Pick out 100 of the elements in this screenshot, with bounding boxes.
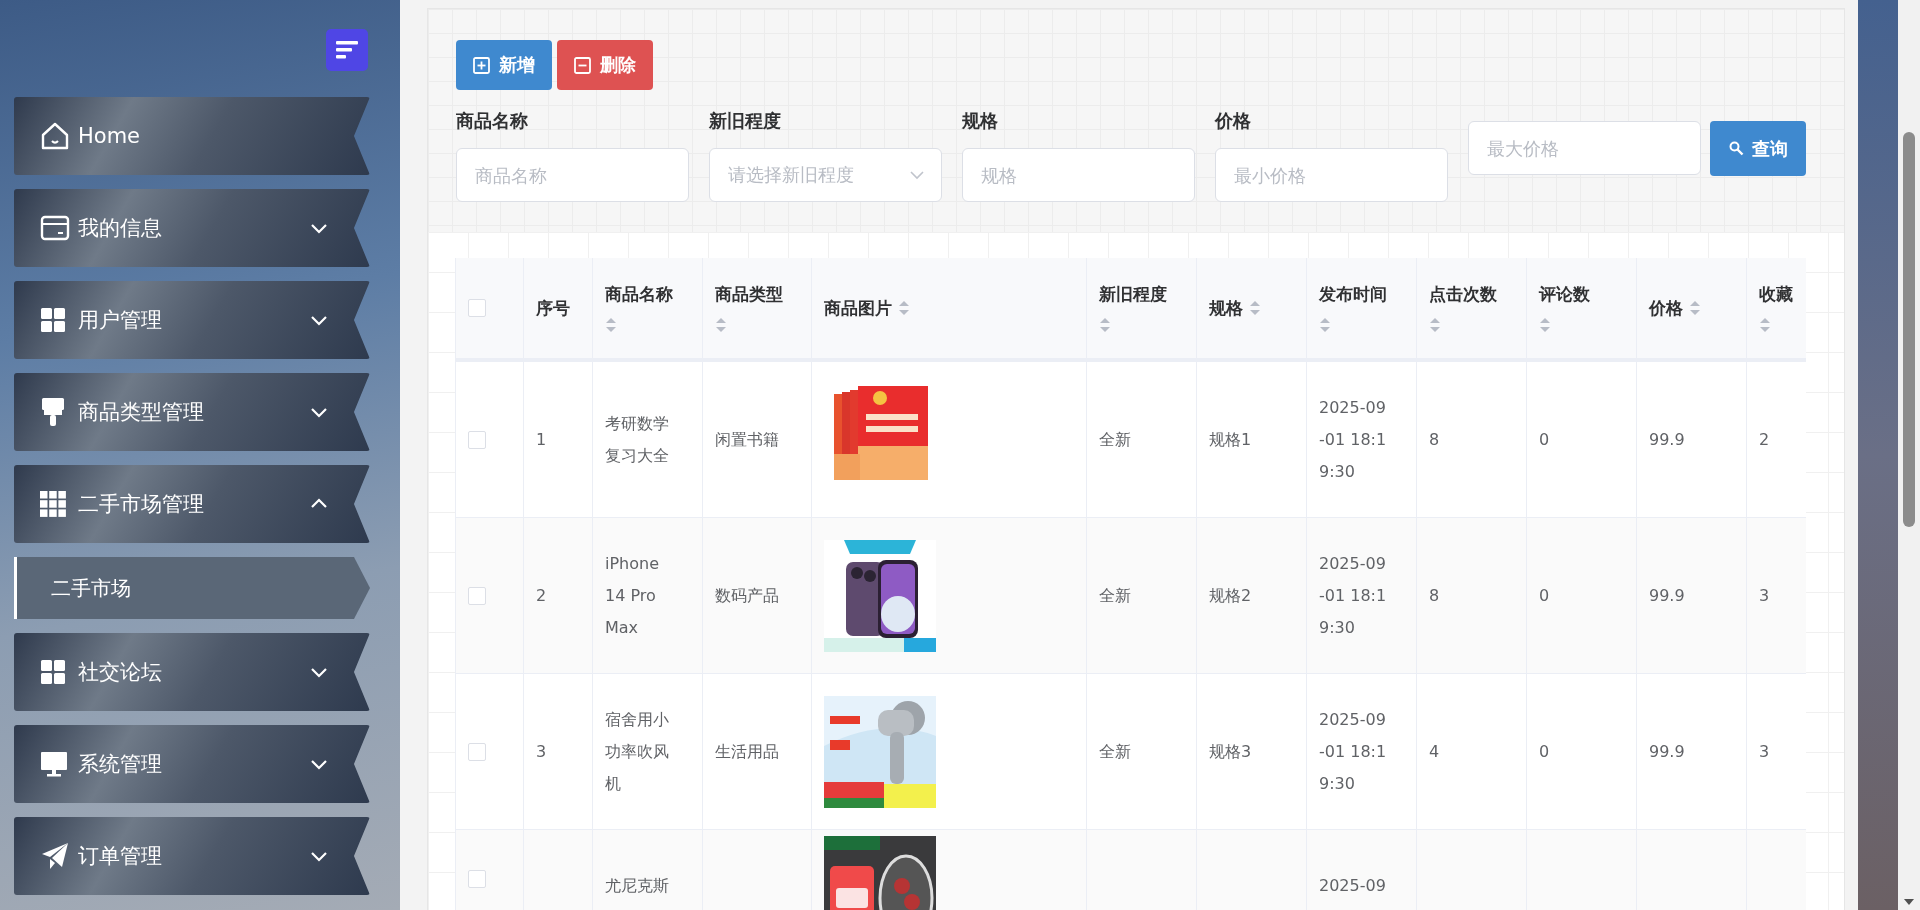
paper-plane-icon [40,841,70,871]
header-cell[interactable]: 商品类型 [703,258,812,358]
table-cell-text: 考研数学复习大全 [605,412,670,467]
header-cell[interactable]: 评论数 [1527,258,1637,358]
menu-item[interactable]: 社交论坛 [14,633,370,711]
column-header: 序号 [536,296,570,320]
table-cell-text: 0 [1539,428,1550,451]
column-header: 商品图片 [824,296,892,320]
table-cell-text: 2025-09-01 18:19:30 [1319,708,1388,795]
input-field[interactable]: 最小价格 [1215,148,1448,202]
table-cell-text: 3 [1759,740,1770,763]
add-button[interactable]: 新增 [456,40,552,90]
table-cell-text: 全新 [1099,584,1131,607]
table-cell-text: 规格2 [1209,584,1252,607]
table-cell-text: 2025-09-01 18:19:30 [1319,552,1388,639]
column-header: 评论数 [1539,282,1590,306]
grid-icon [40,491,66,517]
table-cell-text: 0 [1539,740,1550,763]
header-cell[interactable]: 新旧程度 [1087,258,1197,358]
sort-icon[interactable] [1539,315,1551,334]
column-header: 商品类型 [715,282,783,306]
filter-label: 规格 [962,110,999,132]
menu-item[interactable]: Home [14,97,370,175]
input-field[interactable]: 最大价格 [1468,121,1701,175]
table-cell-text: 规格1 [1209,428,1252,451]
menu-toggle-button[interactable] [326,29,368,71]
minus-square-icon [574,56,591,74]
menu-item[interactable]: 二手市场管理 [14,465,370,543]
header-cell[interactable]: 规格 [1197,258,1307,358]
checkbox[interactable] [468,299,486,317]
table-row[interactable]: 2 iPhone 14 Pro Max 数码产品 全新 规格2 2025-09-01 18:19:30 8 0 99.9 3 [456,518,1806,674]
scrollbar[interactable] [1898,0,1920,910]
input-field[interactable]: 商品名称 [456,148,689,202]
sort-icon[interactable] [715,315,727,334]
filter-label: 商品名称 [456,110,529,132]
table-cell-text: 2 [536,584,547,607]
submenu-item[interactable]: 二手市场 [14,557,370,619]
column-header: 商品名称 [605,282,673,306]
table-cell-text: 数码产品 [715,584,779,607]
header-cell[interactable]: 商品名称 [593,258,703,358]
checkbox[interactable] [468,586,486,605]
header-cell[interactable]: 价格 [1637,258,1747,358]
menu-item[interactable]: 订单管理 [14,817,370,895]
menu-item[interactable]: 用户管理 [14,281,370,359]
column-header: 发布时间 [1319,282,1387,306]
table-cell-text: 2025-09-01 18:19:30 [1319,396,1388,483]
table-cell-text: 2 [1759,428,1770,451]
table-cell-text: 全新 [1099,740,1131,763]
checkbox[interactable] [468,742,486,761]
scroll-down-icon[interactable] [1903,898,1915,906]
home-icon [40,121,70,151]
filter-label: 价格 [1215,110,1252,132]
grid-icon [40,659,66,685]
table-cell-text: 全新 [1099,428,1131,451]
table-cell-text: 闲置书籍 [715,428,779,451]
table-cell-text: 2025-09 [1319,875,1386,897]
plus-square-icon [473,56,490,74]
delete-button[interactable]: 删除 [557,40,653,90]
sort-icon[interactable] [605,315,617,334]
checkbox[interactable] [468,870,486,888]
table-cell-text: 8 [1429,428,1440,451]
table-row[interactable]: 尤尼克斯 2025-09 [456,830,1806,910]
brush-icon [40,397,66,427]
header-cell[interactable]: 发布时间 [1307,258,1417,358]
card-icon [40,214,70,242]
table-cell-text: 1 [536,428,547,451]
menu-item[interactable]: 商品类型管理 [14,373,370,451]
column-header: 新旧程度 [1099,282,1167,306]
header-cell[interactable]: 点击次数 [1417,258,1527,358]
table-row[interactable]: 1 考研数学复习大全 闲置书籍 全新 规格1 2025-09-01 18:19:30 8 0 99.9 2 [456,362,1806,518]
menu-item[interactable]: 我的信息 [14,189,370,267]
table-cell-text: 99.9 [1649,584,1685,607]
header-cell[interactable]: 序号 [524,258,593,358]
sort-icon[interactable] [898,299,910,317]
sort-icon[interactable] [1429,315,1441,334]
chevron-down-icon [909,170,925,180]
column-header: 收藏 [1759,282,1793,306]
menu-icon [336,40,358,60]
sort-icon[interactable] [1319,315,1331,334]
table-cell-text: 规格3 [1209,740,1252,763]
monitor-icon [40,750,68,778]
table-cell-text: 生活用品 [715,740,779,763]
filter-label: 新旧程度 [709,110,782,132]
table-cell-text: 99.9 [1649,428,1685,451]
table-cell-text: 4 [1429,740,1440,763]
sort-icon[interactable] [1099,315,1111,334]
menu-item[interactable]: 系统管理 [14,725,370,803]
column-header: 价格 [1649,296,1683,320]
header-cell[interactable]: 收藏 [1747,258,1806,358]
sort-icon[interactable] [1689,299,1701,317]
sort-icon[interactable] [1759,315,1771,334]
column-header: 规格 [1209,296,1243,320]
input-field[interactable]: 规格 [962,148,1195,202]
table-cell-text: iPhone 14 Pro Max [605,552,660,639]
search-button[interactable]: 查询 [1710,121,1806,176]
table-row[interactable]: 3 宿舍用小功率吹风机 生活用品 全新 规格3 2025-09-01 18:19:30 4 0 99.9 3 [456,674,1806,830]
checkbox[interactable] [468,430,486,449]
scroll-thumb[interactable] [1903,132,1915,527]
header-cell[interactable]: 商品图片 [812,258,1087,358]
sort-icon[interactable] [1249,299,1261,317]
